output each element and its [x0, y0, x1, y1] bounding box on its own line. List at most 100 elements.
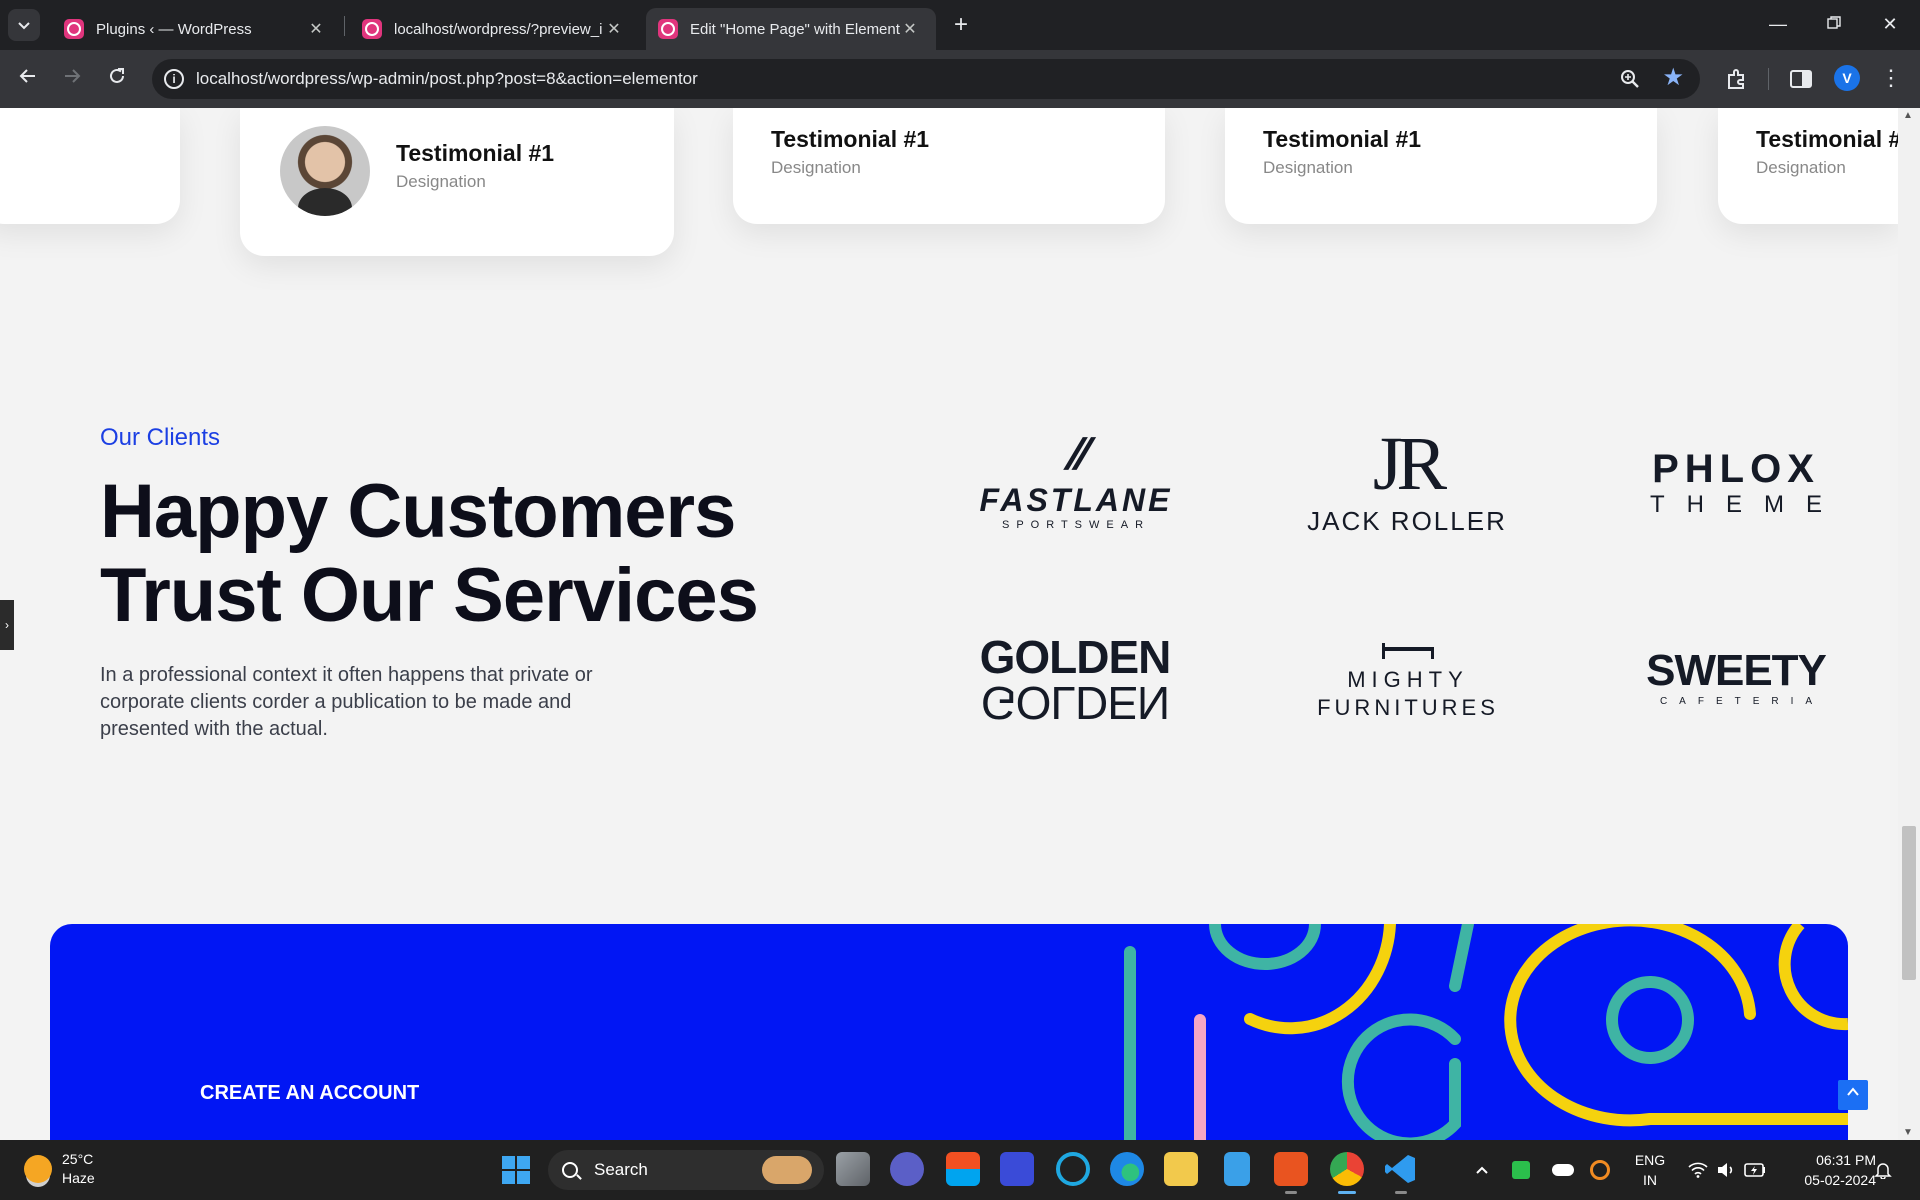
- profile-avatar[interactable]: V: [1834, 65, 1860, 91]
- browser-menu-icon[interactable]: ⋮: [1880, 65, 1902, 91]
- sync-icon[interactable]: [1590, 1140, 1610, 1200]
- client-logo-golden: GOLDEN GOLDEN: [972, 628, 1178, 732]
- cortana-icon[interactable]: [1056, 1152, 1090, 1186]
- toolbar-divider: [1768, 68, 1769, 90]
- back-button[interactable]: [13, 64, 43, 94]
- battery-icon[interactable]: [1744, 1140, 1766, 1200]
- teams-chat-icon[interactable]: [890, 1152, 924, 1186]
- edge-browser-icon[interactable]: [1110, 1152, 1144, 1186]
- close-tab-icon[interactable]: ✕: [900, 19, 920, 39]
- tab-separator: [344, 16, 345, 36]
- ubuntu-icon[interactable]: [1274, 1152, 1308, 1194]
- address-bar[interactable]: i localhost/wordpress/wp-admin/post.php?…: [152, 59, 1700, 99]
- client-logo-fastlane: // FASTLANE SPORTSWEAR: [978, 420, 1174, 540]
- testimonial-name: Testimonial #1: [1263, 126, 1422, 152]
- clock-time: 06:31 PM: [1816, 1152, 1876, 1168]
- system-clock[interactable]: 06:31 PM 05-02-2024: [1782, 1150, 1876, 1190]
- task-view-icon[interactable]: [836, 1152, 870, 1186]
- scroll-down-arrow-icon[interactable]: ▼: [1903, 1127, 1913, 1138]
- logo-main-text: MIGHTY: [1347, 667, 1469, 692]
- taskbar-search[interactable]: Search: [548, 1150, 824, 1190]
- arrow-right-icon: [65, 69, 81, 83]
- notepad-icon[interactable]: [1224, 1152, 1250, 1186]
- onedrive-cloud-icon[interactable]: [1552, 1140, 1574, 1200]
- testimonial-designation: Designation: [1756, 158, 1846, 177]
- testimonial-card-featured: Testimonial #1 Designation: [240, 108, 674, 256]
- logo-sub-text: GOLDEN: [980, 677, 1170, 729]
- volume-icon[interactable]: [1716, 1140, 1736, 1200]
- logo-sub-text: SPORTSWEAR: [1001, 518, 1151, 531]
- reload-button[interactable]: [102, 64, 132, 94]
- tab-elementor-editor[interactable]: Edit "Home Page" with Element ✕: [646, 8, 936, 50]
- scrollbar-thumb[interactable]: [1902, 826, 1916, 980]
- wifi-icon[interactable]: [1688, 1140, 1708, 1200]
- testimonial-name: Testimonial #: [1756, 126, 1898, 152]
- tab-plugins[interactable]: Plugins ‹ — WordPress ✕: [52, 8, 338, 50]
- page-scrollbar[interactable]: ▲ ▼: [1898, 108, 1920, 1140]
- client-logo-phlox: PHLOX THEME: [1636, 438, 1836, 528]
- jr-monogram: JR: [1372, 422, 1447, 506]
- fastlane-mark: //: [1062, 429, 1090, 479]
- browser-tab-bar: Plugins ‹ — WordPress ✕ localhost/wordpr…: [0, 0, 1920, 50]
- headline-line: Trust Our Services: [100, 553, 759, 638]
- arrow-left-icon: [19, 69, 35, 83]
- search-highlight-icon: [762, 1156, 812, 1184]
- weather-condition: Haze: [62, 1170, 95, 1186]
- tab-search-button[interactable]: [8, 9, 40, 41]
- vscode-icon[interactable]: [1384, 1152, 1418, 1194]
- section-paragraph: In a professional context it often happe…: [100, 664, 593, 740]
- logo-sub-text: THEME: [1650, 491, 1844, 518]
- microsoft-store-icon[interactable]: [946, 1152, 980, 1186]
- section-headline: Happy Customers Trust Our Services: [100, 469, 759, 638]
- editor-panel-toggle[interactable]: ›: [0, 600, 14, 650]
- site-info-icon[interactable]: i: [164, 69, 184, 89]
- close-tab-icon[interactable]: ✕: [306, 19, 326, 39]
- bed-icon: [1382, 643, 1434, 659]
- app-icon[interactable]: [1000, 1152, 1034, 1186]
- tray-app-icon[interactable]: [1512, 1140, 1530, 1200]
- testimonial-name: Testimonial #1: [771, 126, 930, 152]
- client-logo-sweety: SWEETY CAFETERIA: [1636, 638, 1836, 718]
- zoom-icon[interactable]: [1618, 67, 1642, 91]
- language-code: ENG: [1634, 1152, 1666, 1168]
- logo-sub-text: FURNITURES: [1317, 695, 1499, 720]
- scroll-to-top-button[interactable]: [1838, 1080, 1868, 1110]
- restore-icon: [1827, 16, 1841, 29]
- restore-button[interactable]: [1806, 0, 1862, 48]
- minimize-button[interactable]: —: [1750, 0, 1806, 48]
- weather-widget[interactable]: 25°C Haze: [24, 1150, 95, 1188]
- reload-icon: [110, 68, 124, 83]
- tab-title: Edit "Home Page" with Element: [690, 20, 900, 38]
- logo-main-text: PHLOX: [1652, 447, 1820, 491]
- testimonial-card: Testimonial #1 Designation: [1225, 108, 1657, 224]
- decorative-shapes: [1124, 924, 1848, 1140]
- testimonial-designation: Designation: [396, 172, 486, 191]
- region-code: IN: [1643, 1172, 1657, 1188]
- file-explorer-icon[interactable]: [1164, 1152, 1198, 1186]
- chrome-icon[interactable]: [1330, 1152, 1364, 1194]
- tab-preview[interactable]: localhost/wordpress/?preview_i ✕: [350, 8, 636, 50]
- language-indicator[interactable]: ENG IN: [1632, 1150, 1668, 1190]
- elementor-favicon-icon: [658, 19, 678, 39]
- url-text[interactable]: localhost/wordpress/wp-admin/post.php?po…: [196, 59, 698, 99]
- bookmark-star-icon[interactable]: ★: [1662, 63, 1684, 92]
- scroll-up-arrow-icon[interactable]: ▲: [1903, 110, 1913, 121]
- windows-taskbar: 25°C Haze Search ENG IN 06:31 PM 05-02-2…: [0, 1140, 1920, 1200]
- windows-start-icon[interactable]: [502, 1156, 530, 1184]
- notifications-bell-icon[interactable]: [1874, 1140, 1892, 1200]
- section-eyebrow: Our Clients: [100, 424, 221, 451]
- extensions-icon[interactable]: [1724, 66, 1750, 92]
- close-window-button[interactable]: ✕: [1862, 0, 1918, 48]
- create-account-link[interactable]: CREATE AN ACCOUNT: [200, 1082, 419, 1105]
- logo-sub-text: CAFETERIA: [1659, 696, 1825, 707]
- side-panel-icon[interactable]: [1788, 66, 1814, 92]
- new-tab-button[interactable]: +: [946, 10, 976, 40]
- close-tab-icon[interactable]: ✕: [604, 19, 624, 39]
- forward-button[interactable]: [57, 64, 87, 94]
- headline-line: Happy Customers: [100, 469, 736, 554]
- cta-banner: CREATE AN ACCOUNT: [50, 924, 1848, 1140]
- wordpress-favicon-icon: [362, 19, 382, 39]
- tray-overflow-icon[interactable]: [1474, 1140, 1490, 1200]
- tab-title: localhost/wordpress/?preview_i: [394, 20, 603, 38]
- logo-main-text: SWEETY: [1646, 646, 1827, 695]
